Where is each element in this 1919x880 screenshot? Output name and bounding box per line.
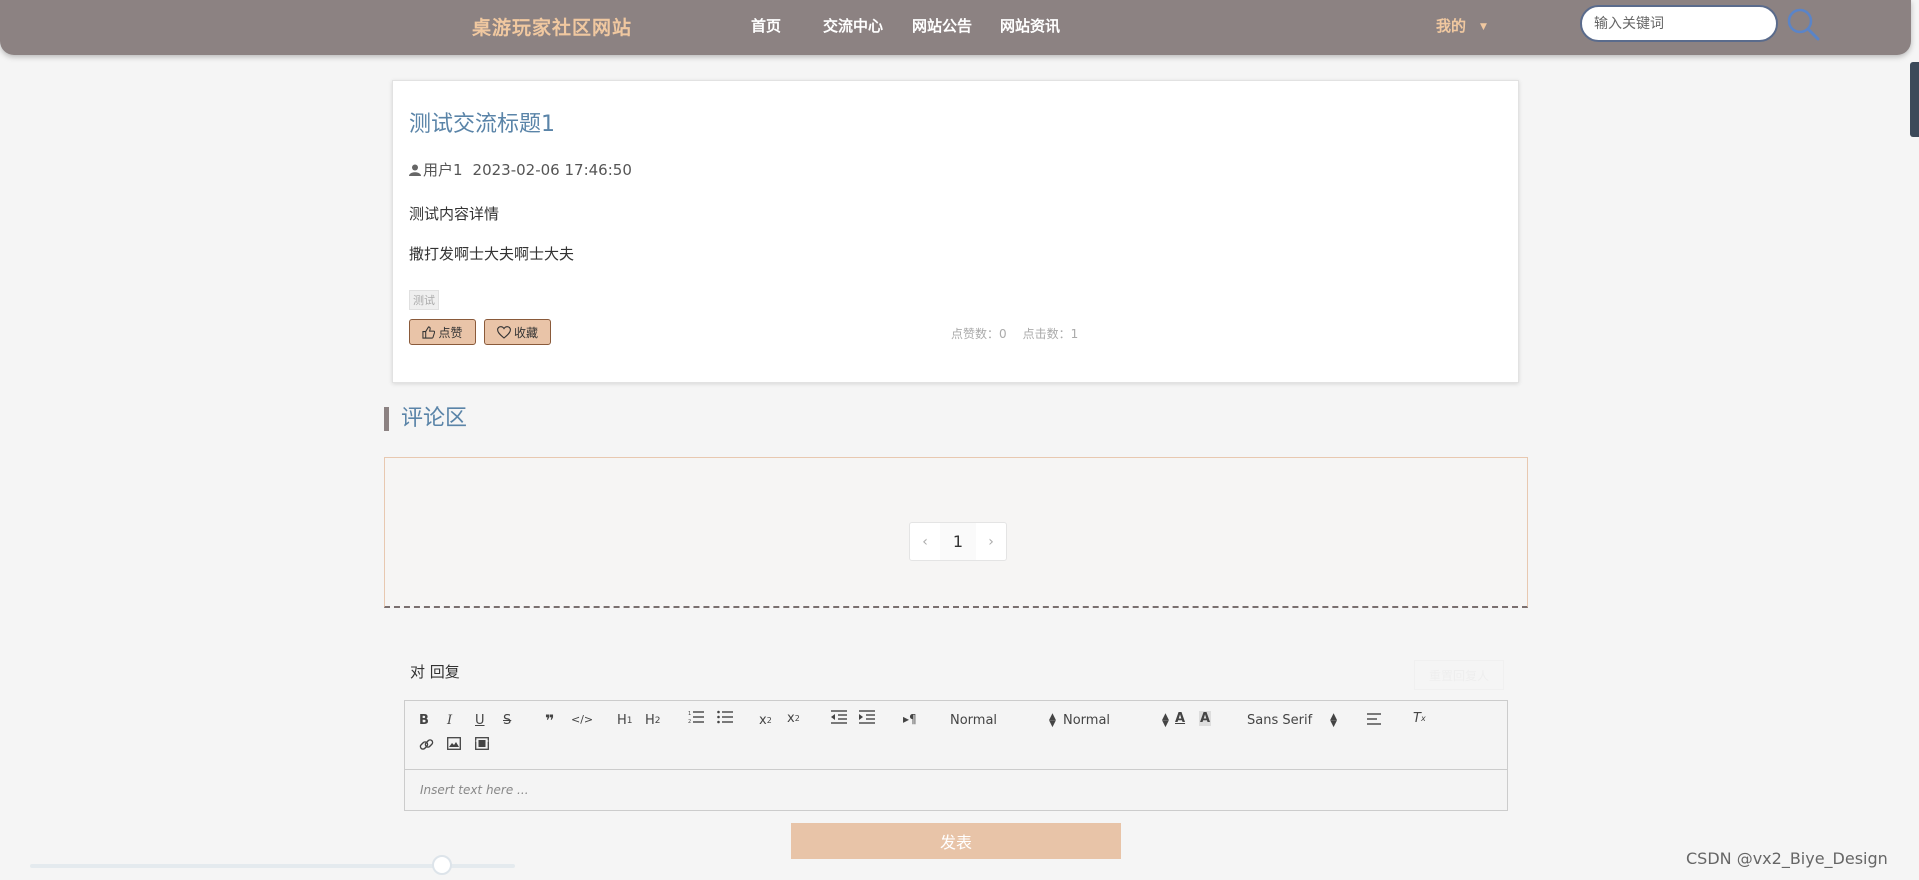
ordered-list-icon[interactable]: 12 bbox=[688, 710, 704, 724]
pagination: ‹ 1 › bbox=[909, 522, 1007, 561]
prev-page-button[interactable]: ‹ bbox=[910, 523, 940, 560]
rich-text-editor: B I U S ❞ </> H1 H2 12 x2 x2 ▸¶ Normal ▲ ▼… bbox=[404, 700, 1508, 811]
font-select[interactable]: Sans Serif ▲ ▼ bbox=[1247, 711, 1338, 729]
nav-news[interactable]: 网站资讯 bbox=[1000, 15, 1060, 36]
outdent-icon[interactable] bbox=[831, 710, 847, 724]
heart-icon bbox=[497, 325, 511, 339]
user-icon bbox=[409, 164, 421, 176]
nav-home[interactable]: 首页 bbox=[751, 15, 781, 36]
video-icon[interactable] bbox=[475, 737, 489, 750]
post-meta: 用户1 2023-02-06 17:46:50 bbox=[409, 159, 632, 180]
subscript-icon[interactable]: x2 bbox=[759, 713, 772, 728]
background-color-icon[interactable]: A bbox=[1199, 711, 1212, 726]
indent-icon[interactable] bbox=[859, 710, 875, 724]
user-menu-label: 我的 bbox=[1436, 17, 1467, 35]
post-author: 用户1 bbox=[423, 161, 463, 179]
reply-editor-input[interactable] bbox=[405, 769, 1507, 810]
favorite-label: 收藏 bbox=[513, 325, 538, 340]
favorite-button[interactable]: 收藏 bbox=[484, 319, 551, 345]
font-select-value: Sans Serif bbox=[1247, 713, 1313, 728]
watermark: CSDN @vx2_Biye_Design bbox=[1686, 849, 1888, 868]
image-icon[interactable] bbox=[447, 737, 461, 750]
post-stats: 点赞数：0 点击数：1 bbox=[951, 325, 1078, 342]
post-tag[interactable]: 测试 bbox=[409, 290, 439, 310]
svg-text:1: 1 bbox=[688, 711, 691, 717]
submit-reply-button[interactable]: 发表 bbox=[791, 823, 1121, 859]
updown-icon: ▲ ▼ bbox=[1162, 711, 1169, 729]
post-title: 测试交流标题1 bbox=[409, 112, 555, 137]
header-2-icon[interactable]: H2 bbox=[645, 713, 661, 728]
nav-exchange-center[interactable]: 交流中心 bbox=[823, 15, 883, 36]
text-direction-icon[interactable]: ▸¶ bbox=[903, 712, 917, 726]
svg-text:2: 2 bbox=[688, 719, 691, 724]
post-date: 2023-02-06 17:46:50 bbox=[472, 160, 632, 179]
search-input[interactable] bbox=[1580, 5, 1778, 42]
editor-toolbar: B I U S ❞ </> H1 H2 12 x2 x2 ▸¶ Normal ▲ ▼… bbox=[405, 701, 1507, 770]
comments-heading: 评论区 bbox=[384, 407, 467, 431]
post-card: 测试交流标题1 用户1 2023-02-06 17:46:50 测试内容详情 撒… bbox=[392, 80, 1519, 383]
post-content-line: 撒打发啊士大夫啊士大夫 bbox=[409, 245, 575, 263]
align-icon[interactable] bbox=[1367, 712, 1381, 726]
next-page-button[interactable]: › bbox=[976, 523, 1006, 560]
header-1-icon[interactable]: H1 bbox=[617, 713, 633, 728]
search-icon[interactable] bbox=[1786, 7, 1822, 43]
bullet-list-icon[interactable] bbox=[717, 710, 733, 724]
clear-format-icon[interactable]: Tx bbox=[1413, 711, 1426, 726]
superscript-icon[interactable]: x2 bbox=[787, 711, 800, 726]
strike-icon[interactable]: S bbox=[503, 713, 511, 728]
like-count: 点赞数：0 bbox=[951, 327, 1007, 341]
header-select-value: Normal bbox=[950, 713, 998, 728]
caret-down-icon: ▼ bbox=[1480, 21, 1487, 32]
slider-thumb[interactable] bbox=[432, 855, 453, 875]
blockquote-icon[interactable]: ❞ bbox=[545, 711, 554, 730]
bold-icon[interactable]: B bbox=[419, 713, 429, 728]
size-select[interactable]: Normal ▲ ▼ bbox=[1063, 711, 1169, 729]
reset-reply-button[interactable]: 重置回复人 bbox=[1414, 660, 1504, 690]
reply-target-label: 对 回复 bbox=[410, 663, 460, 681]
post-content-line: 测试内容详情 bbox=[409, 205, 500, 223]
page-number[interactable]: 1 bbox=[940, 523, 976, 560]
updown-icon: ▲ ▼ bbox=[1330, 711, 1338, 729]
code-block-icon[interactable]: </> bbox=[571, 713, 593, 726]
user-menu[interactable]: 我的 ▼ bbox=[1436, 15, 1487, 36]
site-brand[interactable]: 桌游玩家社区网站 bbox=[472, 13, 632, 40]
nav-announcements[interactable]: 网站公告 bbox=[912, 15, 972, 36]
top-navbar: 桌游玩家社区网站 首页 交流中心 网站公告 网站资讯 我的 ▼ bbox=[0, 0, 1911, 55]
like-label: 点赞 bbox=[438, 325, 463, 340]
font-color-icon[interactable]: A bbox=[1175, 711, 1185, 726]
underline-icon[interactable]: U bbox=[475, 713, 485, 728]
size-select-value: Normal bbox=[1063, 713, 1111, 728]
click-count: 点击数：1 bbox=[1022, 327, 1079, 341]
link-icon[interactable] bbox=[419, 737, 434, 752]
like-button[interactable]: 点赞 bbox=[409, 319, 476, 345]
thumbs-up-icon bbox=[422, 325, 436, 339]
updown-icon: ▲ ▼ bbox=[1049, 711, 1056, 729]
comments-list: ‹ 1 › bbox=[384, 457, 1528, 608]
italic-icon[interactable]: I bbox=[447, 713, 452, 728]
header-select[interactable]: Normal ▲ ▼ bbox=[950, 711, 1056, 729]
page-scrollbar[interactable] bbox=[1910, 62, 1919, 137]
